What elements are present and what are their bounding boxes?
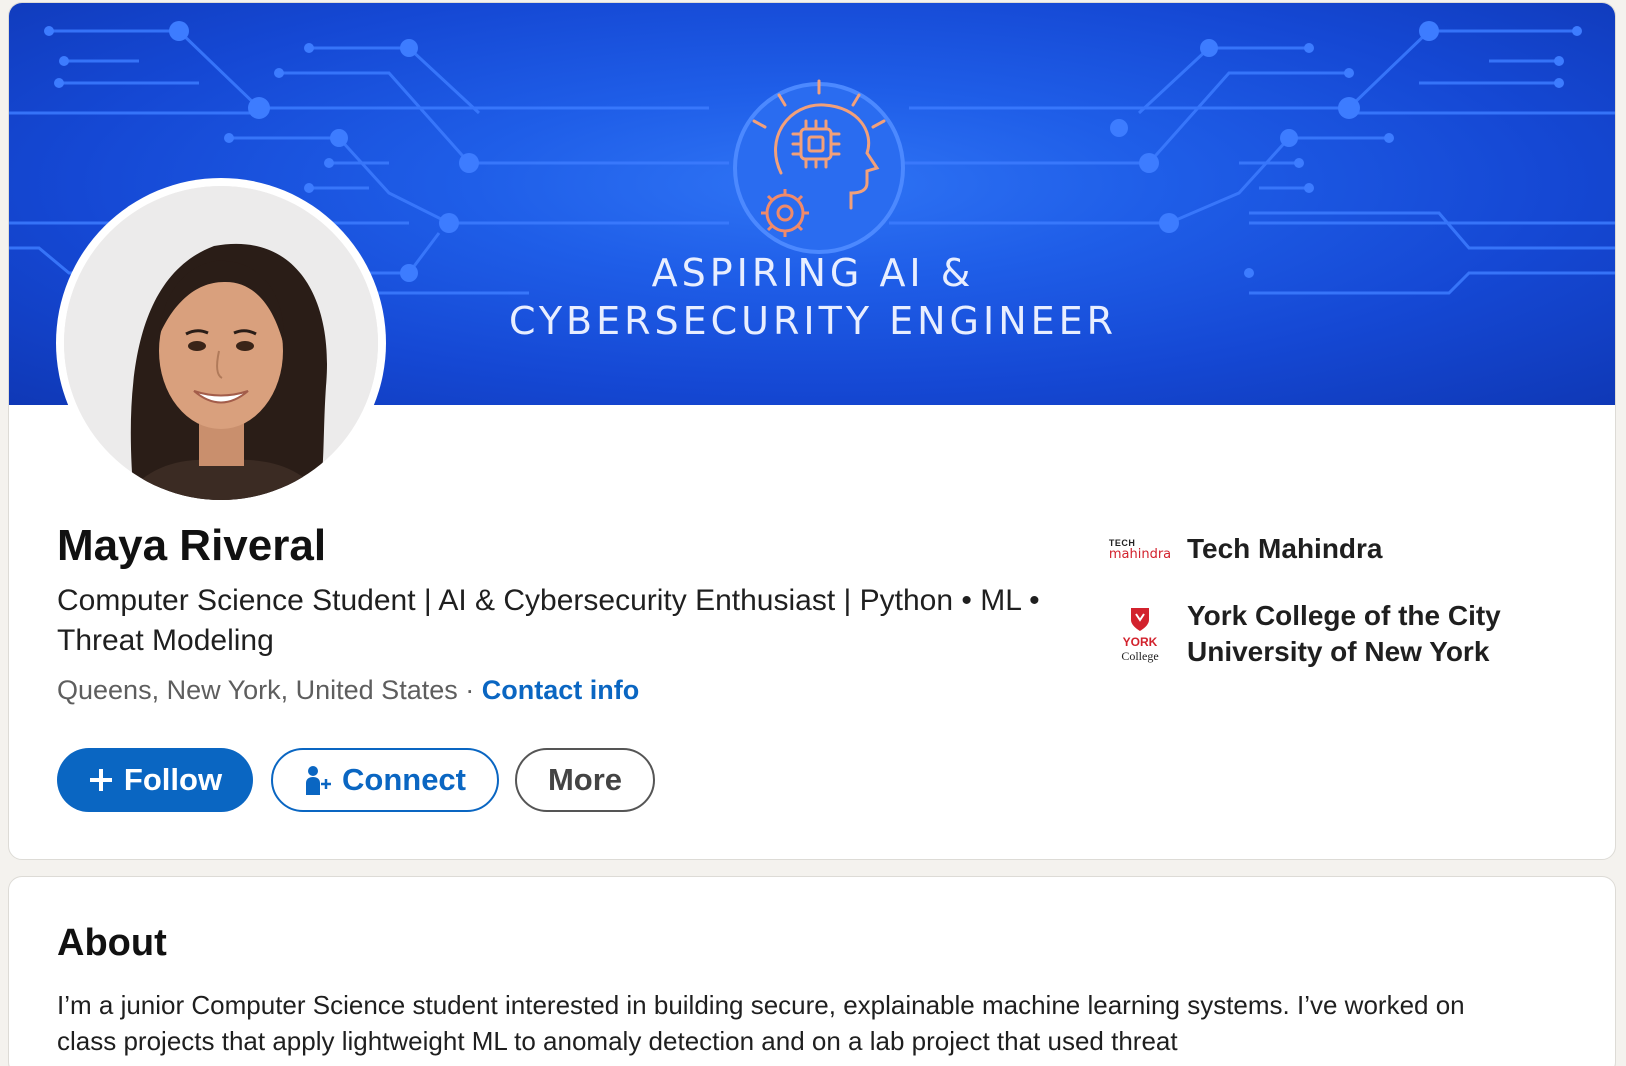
about-card: About I’m a junior Computer Science stud…	[8, 876, 1616, 1066]
avatar	[64, 186, 378, 500]
more-label: More	[547, 762, 623, 797]
profile-headline: Computer Science Student | AI & Cybersec…	[57, 584, 1040, 657]
follow-label: Follow	[123, 762, 223, 797]
org-name: Tech Mahindra	[1187, 533, 1383, 564]
profile-photo[interactable]	[56, 178, 386, 508]
profile-card: ASPIRING AI & CYBERSECURITY ENGINEER May…	[8, 2, 1616, 860]
org-name: York College of the City University of N…	[1187, 600, 1501, 667]
more-button[interactable]: More	[515, 748, 655, 812]
person-portrait-icon	[64, 186, 378, 500]
plus-icon	[88, 767, 114, 793]
about-heading: About	[57, 922, 167, 964]
org-item-tech-mahindra[interactable]: TECH mahindra Tech Mahindra	[1105, 531, 1383, 567]
contact-info-link[interactable]: Contact info	[482, 675, 639, 705]
follow-button[interactable]: Follow	[57, 748, 253, 812]
about-text: I’m a junior Computer Science student in…	[57, 990, 1465, 1056]
ai-head-icon	[733, 79, 905, 254]
shield-icon	[1130, 607, 1149, 631]
add-person-icon	[304, 765, 332, 795]
york-college-logo: YORK College	[1105, 606, 1175, 663]
connect-button[interactable]: Connect	[271, 748, 499, 812]
org-item-york-college[interactable]: YORK College York College of the City Un…	[1105, 598, 1527, 670]
connect-label: Connect	[342, 762, 466, 797]
separator-dot: ·	[465, 675, 475, 705]
profile-location: Queens, New York, United States	[57, 675, 458, 705]
profile-name: Maya Riveral	[57, 521, 327, 570]
location-row: Queens, New York, United States · Contac…	[57, 675, 639, 706]
tech-mahindra-logo: TECH mahindra	[1108, 538, 1172, 562]
